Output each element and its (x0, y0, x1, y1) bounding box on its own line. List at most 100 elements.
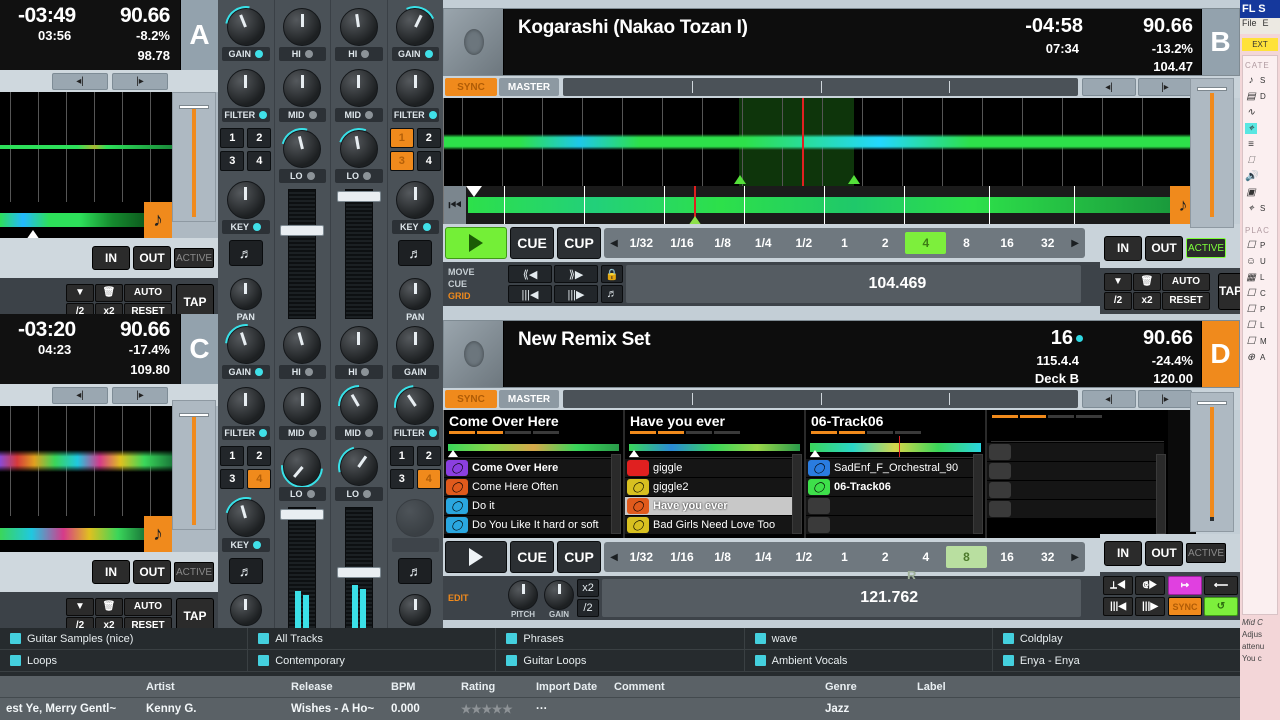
mixer-left2-volume-fader[interactable] (275, 507, 331, 647)
fl-place-library[interactable]: ▦ L (1245, 269, 1275, 285)
remix-cell-1-3[interactable]: ◯ Do it (444, 497, 619, 515)
deck-b-grid-bpm-box[interactable]: 104.469 (626, 265, 1081, 303)
browser-col-rating[interactable]: Rating (455, 681, 530, 693)
deck-d-play-button[interactable] (445, 541, 507, 573)
deck-c-loop-out-button[interactable]: OUT (133, 560, 171, 584)
mixer-d-headphone-cue-button[interactable]: ♬ (398, 240, 433, 266)
mixer-a-pad-2[interactable]: 2 (247, 128, 272, 148)
favorite-phrases[interactable]: Phrases (496, 628, 745, 649)
remix-slot-1-waveform[interactable] (448, 436, 619, 458)
deck-d-cue-button[interactable]: CUE (510, 541, 554, 573)
mixer-left-hi-knob[interactable] (283, 8, 322, 46)
browser-col-import-date[interactable]: Import Date (530, 681, 608, 693)
fl-place-p[interactable]: ☐ P (1245, 301, 1275, 317)
remix-cell-2-1[interactable]: giggle (625, 459, 800, 477)
fl-item-speaker[interactable]: 🔊 (1245, 168, 1275, 184)
favorite-ambient-vocals[interactable]: Ambient Vocals (745, 650, 993, 671)
deck-b-stripe[interactable]: ⏮ ♪ (443, 186, 1196, 224)
remix-cell-3-2[interactable]: ◯ 06-Track06 (806, 478, 981, 496)
deck-b-loop-8[interactable]: 8 (946, 232, 987, 254)
deck-d-gain-knob[interactable] (544, 579, 574, 610)
mixer-left2-lo-knob[interactable] (272, 437, 332, 497)
deck-b-fine-left-icon[interactable]: |||◀ (508, 285, 552, 303)
deck-a-loop-active-button[interactable]: ACTIVE (174, 248, 214, 268)
deck-b-loop-dec-button[interactable]: ◀ (607, 238, 621, 249)
deck-b-loop-2[interactable]: 2 (865, 232, 906, 254)
deck-b-loop-1-8[interactable]: 1/8 (702, 232, 743, 254)
favorite-loops[interactable]: Loops (0, 650, 249, 671)
mixer-d2-gain-knob[interactable] (396, 326, 435, 364)
remix-slot-3-fader[interactable] (973, 454, 983, 534)
remix-cell-1-4[interactable]: ◯ Do You Like It hard or soft (444, 516, 619, 534)
mixer-left2-hi-knob[interactable] (283, 326, 322, 364)
fl-place-add[interactable]: ⊕ A (1245, 349, 1275, 365)
deck-d-loop-1[interactable]: 1 (824, 546, 865, 568)
deck-b-pitch-fader[interactable] (1190, 78, 1234, 228)
deck-b-master-button[interactable]: MASTER (499, 78, 559, 96)
fl-place-l[interactable]: ☐ L (1245, 317, 1275, 333)
mixer-d2-filter-knob[interactable] (385, 376, 445, 436)
browser-col-comment[interactable]: Comment (608, 681, 813, 693)
fl-place-m[interactable]: ☐ M (1245, 333, 1275, 349)
deck-b-cue-button[interactable]: CUE (510, 227, 554, 259)
mixer-c-headphone-cue-button[interactable]: ♬ (228, 558, 263, 584)
deck-b-grid-mode-label[interactable]: GRID (448, 290, 505, 302)
deck-b-move-right-icon[interactable]: ⟫▶ (554, 265, 598, 283)
mixer-d-pad-2[interactable]: 2 (416, 128, 441, 148)
fl-menu-file[interactable]: File (1242, 18, 1257, 34)
deck-d-loop-32[interactable]: 32 (1027, 546, 1068, 568)
mixer-c-pad-2[interactable]: 2 (247, 446, 272, 466)
mixer-a-headphone-cue-button[interactable]: ♬ (228, 240, 263, 266)
deck-b-loop-1[interactable]: 1 (824, 232, 865, 254)
mixer-d2-headphone-cue-button[interactable]: ♬ (398, 558, 433, 584)
deck-d-loop-1-4[interactable]: 1/4 (743, 546, 784, 568)
deck-b-next-button[interactable]: |▸ (1138, 78, 1192, 96)
deck-d-master-button[interactable]: MASTER (499, 390, 559, 408)
mixer-d2-pad-2[interactable]: 2 (416, 446, 441, 466)
mixer-d-filter-knob[interactable] (396, 69, 435, 107)
deck-b-cup-button[interactable]: CUP (557, 227, 601, 259)
deck-b-loop-1-32[interactable]: 1/32 (621, 232, 662, 254)
mixer-d-key-knob[interactable] (396, 181, 435, 219)
remix-cell-1-2[interactable]: ◯ Come Here Often (444, 478, 619, 496)
deck-d-loop-in-button[interactable]: IN (1104, 540, 1142, 566)
remix-slot-1-fader[interactable] (611, 454, 621, 534)
deck-d-loop-dec-button[interactable]: ◀ (607, 552, 621, 563)
mixer-d-pad-1[interactable]: 1 (389, 128, 414, 148)
mixer-a-gain-knob[interactable] (216, 0, 275, 57)
favorite-wave[interactable]: wave (745, 628, 993, 649)
remix-cell-2-4[interactable]: ◯ Bad Girls Need Love Too (625, 516, 800, 534)
mixer-d-pad-4[interactable]: 4 (416, 151, 441, 171)
mixer-d2-pan-knob[interactable] (399, 594, 432, 626)
mixer-d-pad-3[interactable]: 3 (389, 151, 414, 171)
deck-d-pitch-knob[interactable] (508, 579, 538, 610)
fl-place-c-drive[interactable]: ☐ C (1245, 285, 1275, 301)
mixer-c-pad-1[interactable]: 1 (220, 446, 245, 466)
deck-b-grid-reset-button[interactable]: RESET (1162, 291, 1210, 310)
deck-b-grid-delete-icon[interactable]: 🗑 (1133, 272, 1161, 291)
deck-b-phase-meter[interactable] (563, 78, 1078, 96)
mixer-c-key-knob[interactable] (217, 489, 275, 547)
remix-cell-1-1[interactable]: ◯ Come Over Here (444, 459, 619, 477)
mixer-left-mid-knob[interactable] (283, 69, 322, 107)
deck-d-cup-button[interactable]: CUP (557, 541, 601, 573)
mixer-a-key-knob[interactable] (226, 181, 265, 219)
fl-item-loop[interactable]: ⎕ (1245, 152, 1275, 168)
browser-col-bpm[interactable]: BPM (385, 681, 455, 693)
deck-d-edit-label[interactable]: EDIT (448, 592, 505, 604)
remix-slot-2-waveform[interactable] (629, 436, 800, 458)
deck-d-loop-4[interactable]: 4 (905, 546, 946, 568)
fl-item-sounds[interactable]: ♪ S (1245, 72, 1275, 88)
deck-d-pitch-fader[interactable] (1190, 392, 1234, 532)
mixer-a-pad-1[interactable]: 1 (220, 128, 245, 148)
fl-item-wave[interactable]: ∿ (1245, 104, 1275, 120)
deck-d-nudge-right-icon[interactable]: ⟃▶ (1135, 576, 1165, 595)
mixer-d2-key-knob[interactable] (396, 499, 435, 537)
mixer-a-pad-3[interactable]: 3 (220, 151, 245, 171)
mixer-a-filter-knob[interactable] (226, 69, 265, 107)
mixer-d2-pad-1[interactable]: 1 (389, 446, 414, 466)
remix-cell-3-3[interactable] (806, 497, 981, 515)
deck-b-move-left-icon[interactable]: ⟪◀ (508, 265, 552, 283)
deck-d-next-button[interactable]: |▸ (1138, 390, 1192, 408)
deck-b-waveform[interactable] (443, 98, 1196, 186)
